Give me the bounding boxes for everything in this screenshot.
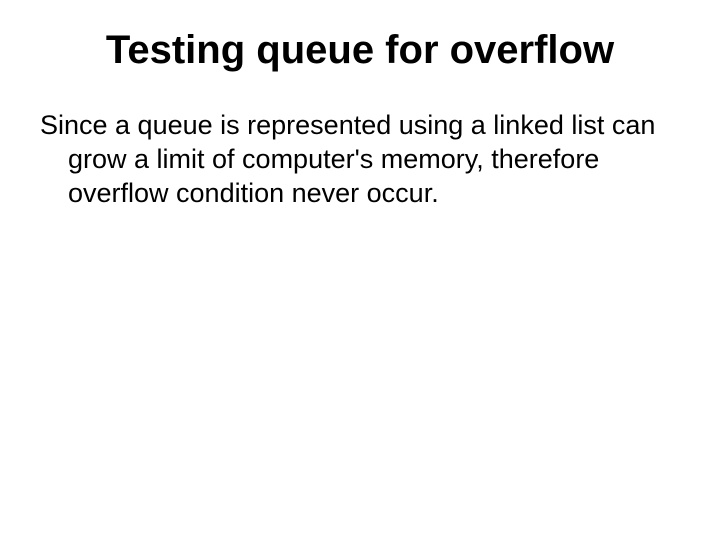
slide-container: Testing queue for overflow Since a queue… (0, 0, 720, 540)
slide-title: Testing queue for overflow (40, 28, 680, 73)
body-paragraph: Since a queue is represented using a lin… (40, 109, 660, 210)
slide-body: Since a queue is represented using a lin… (40, 109, 680, 210)
